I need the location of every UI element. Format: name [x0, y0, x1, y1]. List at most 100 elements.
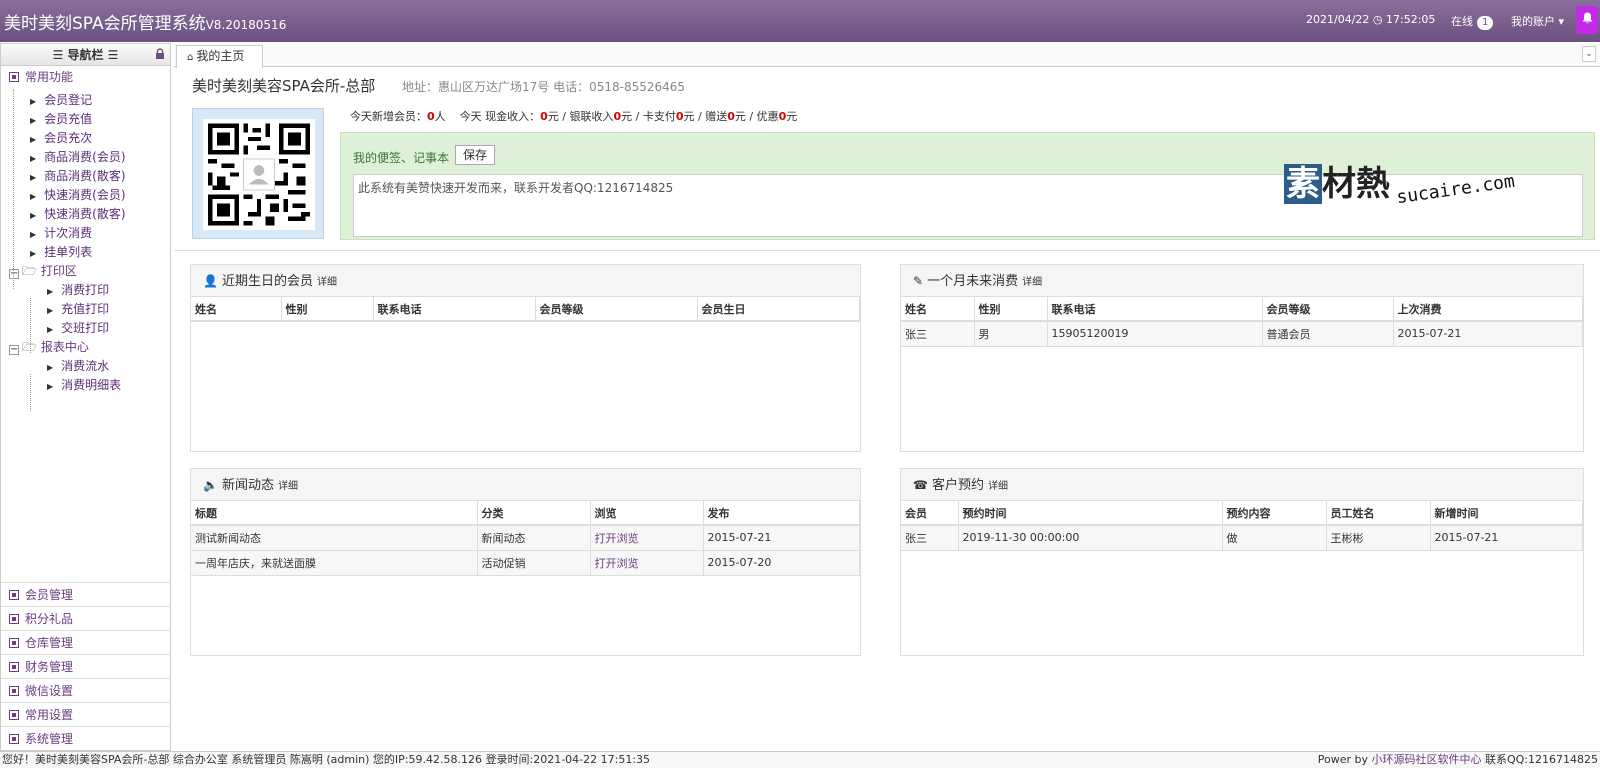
group-system[interactable]: 系统管理 [1, 726, 170, 750]
sidebar-item-consume-print[interactable]: ▶ 消费打印 [1, 281, 170, 300]
stat-cash: 0 [540, 110, 548, 123]
table-header-row: 会员 预约时间 预约内容 员工姓名 新增时间 [901, 501, 1583, 526]
column-header[interactable]: 性别 [281, 297, 374, 322]
column-header[interactable]: 姓名 [901, 297, 975, 322]
group-common-settings[interactable]: 常用设置 [1, 702, 170, 726]
panel-more-link[interactable]: 详细 [1022, 277, 1042, 288]
sidebar-item-member-recharge[interactable]: ▶ 会员充值 [1, 110, 170, 129]
group-wechat[interactable]: 微信设置 [1, 678, 170, 702]
volume-icon: 🔈 [203, 478, 218, 492]
column-header[interactable]: 性别 [974, 297, 1048, 322]
stat-label: 元 / 银联收入 [547, 110, 614, 123]
panel-more-link[interactable]: 详细 [988, 481, 1008, 492]
panel-more-link[interactable]: 详细 [278, 481, 298, 492]
open-browse-link[interactable]: 打开浏览 [590, 525, 704, 551]
stat-label: 元 / 卡支付 [621, 110, 676, 123]
column-header[interactable]: 分类 [477, 501, 591, 526]
online-status[interactable]: 在线 1 [1451, 13, 1494, 30]
group-member-manage[interactable]: 会员管理 [1, 582, 170, 606]
bell-icon[interactable] [1576, 6, 1598, 34]
column-header[interactable]: 员工姓名 [1326, 501, 1431, 526]
group-points-gifts[interactable]: 积分礼品 [1, 606, 170, 630]
caret-right-icon: ▶ [47, 382, 54, 391]
panel-title: 近期生日的会员 [221, 274, 313, 289]
sidebar-item-label: 消费明细表 [61, 378, 122, 392]
nav-title: ☰ 导航栏 ☰ [52, 48, 119, 62]
folder-report[interactable]: − 🗁 报表中心 [1, 338, 170, 357]
column-header[interactable]: 联系电话 [373, 297, 536, 322]
group-label: 系统管理 [25, 732, 74, 746]
caret-right-icon: ▶ [47, 325, 54, 334]
column-header[interactable]: 会员生日 [697, 297, 860, 322]
sidebar-item-consume-detail[interactable]: ▶ 消费明细表 [1, 376, 170, 395]
folder-print-label: 打印区 [40, 264, 77, 278]
footer-vendor-link[interactable]: 小环源码社区软件中心 [1371, 753, 1481, 766]
lock-icon[interactable] [155, 44, 165, 66]
folder-print[interactable]: − 🗁 打印区 [1, 262, 170, 281]
org-address: 地址：惠山区万达广场17号 电话：0518-85526465 [402, 80, 686, 94]
caret-right-icon: ▶ [30, 211, 37, 220]
column-header[interactable]: 新增时间 [1430, 501, 1583, 526]
column-header[interactable]: 发布 [703, 501, 860, 526]
sidebar-item-goods-member[interactable]: ▶ 商品消费(会员) [1, 148, 170, 167]
sidebar-item-pending-list[interactable]: ▶ 挂单列表 [1, 243, 170, 262]
save-memo-button[interactable]: 保存 [455, 145, 495, 165]
home-icon: ⌂ [187, 52, 194, 63]
expand-box-icon [9, 72, 19, 82]
expand-box-icon [9, 590, 19, 600]
table-cell: 新闻动态 [477, 525, 591, 551]
column-header[interactable]: 会员 [901, 501, 959, 526]
tab-home[interactable]: ⌂ 我的主页 [176, 45, 263, 68]
sidebar-item-shift-print[interactable]: ▶ 交班打印 [1, 319, 170, 338]
caret-right-icon: ▶ [30, 249, 37, 258]
column-header[interactable]: 浏览 [590, 501, 704, 526]
open-browse-link[interactable]: 打开浏览 [590, 550, 704, 576]
sidebar-item-goods-guest[interactable]: ▶ 商品消费(散客) [1, 167, 170, 186]
footer-contact: 联系QQ:1216714825 [1481, 753, 1598, 766]
column-header[interactable]: 会员等级 [1262, 297, 1394, 322]
stat-label: 元 / 优惠 [734, 110, 779, 123]
column-header[interactable]: 上次消费 [1393, 297, 1583, 322]
stat-card: 0 [675, 110, 684, 123]
caret-right-icon: ▶ [47, 306, 54, 315]
sidebar-item-recharge-print[interactable]: ▶ 充值打印 [1, 300, 170, 319]
sidebar-item-consume-flow[interactable]: ▶ 消费流水 [1, 357, 170, 376]
column-header[interactable]: 预约时间 [958, 501, 1223, 526]
tree-line [13, 89, 14, 289]
sidebar-item-count-consume[interactable]: ▶ 计次消费 [1, 224, 170, 243]
app-title-text: 美时美刻SPA会所管理系统 [4, 14, 206, 34]
group-label: 常用设置 [25, 708, 74, 722]
table-cell: 张三 [901, 321, 975, 347]
stat-label: 元 / 赠送 [683, 110, 728, 123]
table-row[interactable]: 测试新闻动态 新闻动态 打开浏览 2015-07-21 [191, 525, 860, 551]
group-finance[interactable]: 财务管理 [1, 654, 170, 678]
group-warehouse[interactable]: 仓库管理 [1, 630, 170, 654]
stat-unit: 元 [786, 110, 798, 123]
column-header[interactable]: 会员等级 [535, 297, 698, 322]
column-header[interactable]: 姓名 [191, 297, 282, 322]
sidebar-item-quick-member[interactable]: ▶ 快速消费(会员) [1, 186, 170, 205]
qr-code-box [192, 108, 324, 239]
expand-box-icon [9, 638, 19, 648]
column-header[interactable]: 标题 [191, 501, 478, 526]
sidebar-item-quick-guest[interactable]: ▶ 快速消费(散客) [1, 205, 170, 224]
column-header[interactable]: 预约内容 [1222, 501, 1327, 526]
column-header[interactable]: 联系电话 [1047, 297, 1263, 322]
table-row[interactable]: 一周年店庆，来就送面膜 活动促销 打开浏览 2015-07-20 [191, 550, 860, 576]
panel-more-link[interactable]: 详细 [317, 277, 337, 288]
panel-birthday-header: 👤 近期生日的会员 详细 [191, 265, 860, 297]
group-common[interactable]: 常用功能 [1, 66, 170, 89]
sidebar-item-member-times[interactable]: ▶ 会员充次 [1, 129, 170, 148]
my-account-menu[interactable]: 我的账户 ▾ [1511, 13, 1564, 29]
table-row[interactable]: 张三 男 15905120019 普通会员 2015-07-21 [901, 321, 1583, 347]
expand-box-icon [9, 734, 19, 744]
online-label: 在线 [1451, 15, 1473, 28]
panel-inactive: ✎ 一个月未来消费 详细 姓名 性别 联系电话 会员等级 上次消费 张三 男 159… [900, 264, 1584, 452]
table-cell: 15905120019 [1047, 321, 1263, 347]
chevron-down-icon[interactable]: ⌄ [1582, 46, 1596, 62]
table-row[interactable]: 张三 2019-11-30 00:00:00 做 王彬彬 2015-07-21 [901, 525, 1583, 551]
sidebar-item-member-register[interactable]: ▶ 会员登记 [1, 91, 170, 110]
caret-right-icon: ▶ [30, 116, 37, 125]
panel-birthday: 👤 近期生日的会员 详细 姓名 性别 联系电话 会员等级 会员生日 [190, 264, 861, 452]
sidebar-item-label: 会员充次 [44, 131, 93, 145]
